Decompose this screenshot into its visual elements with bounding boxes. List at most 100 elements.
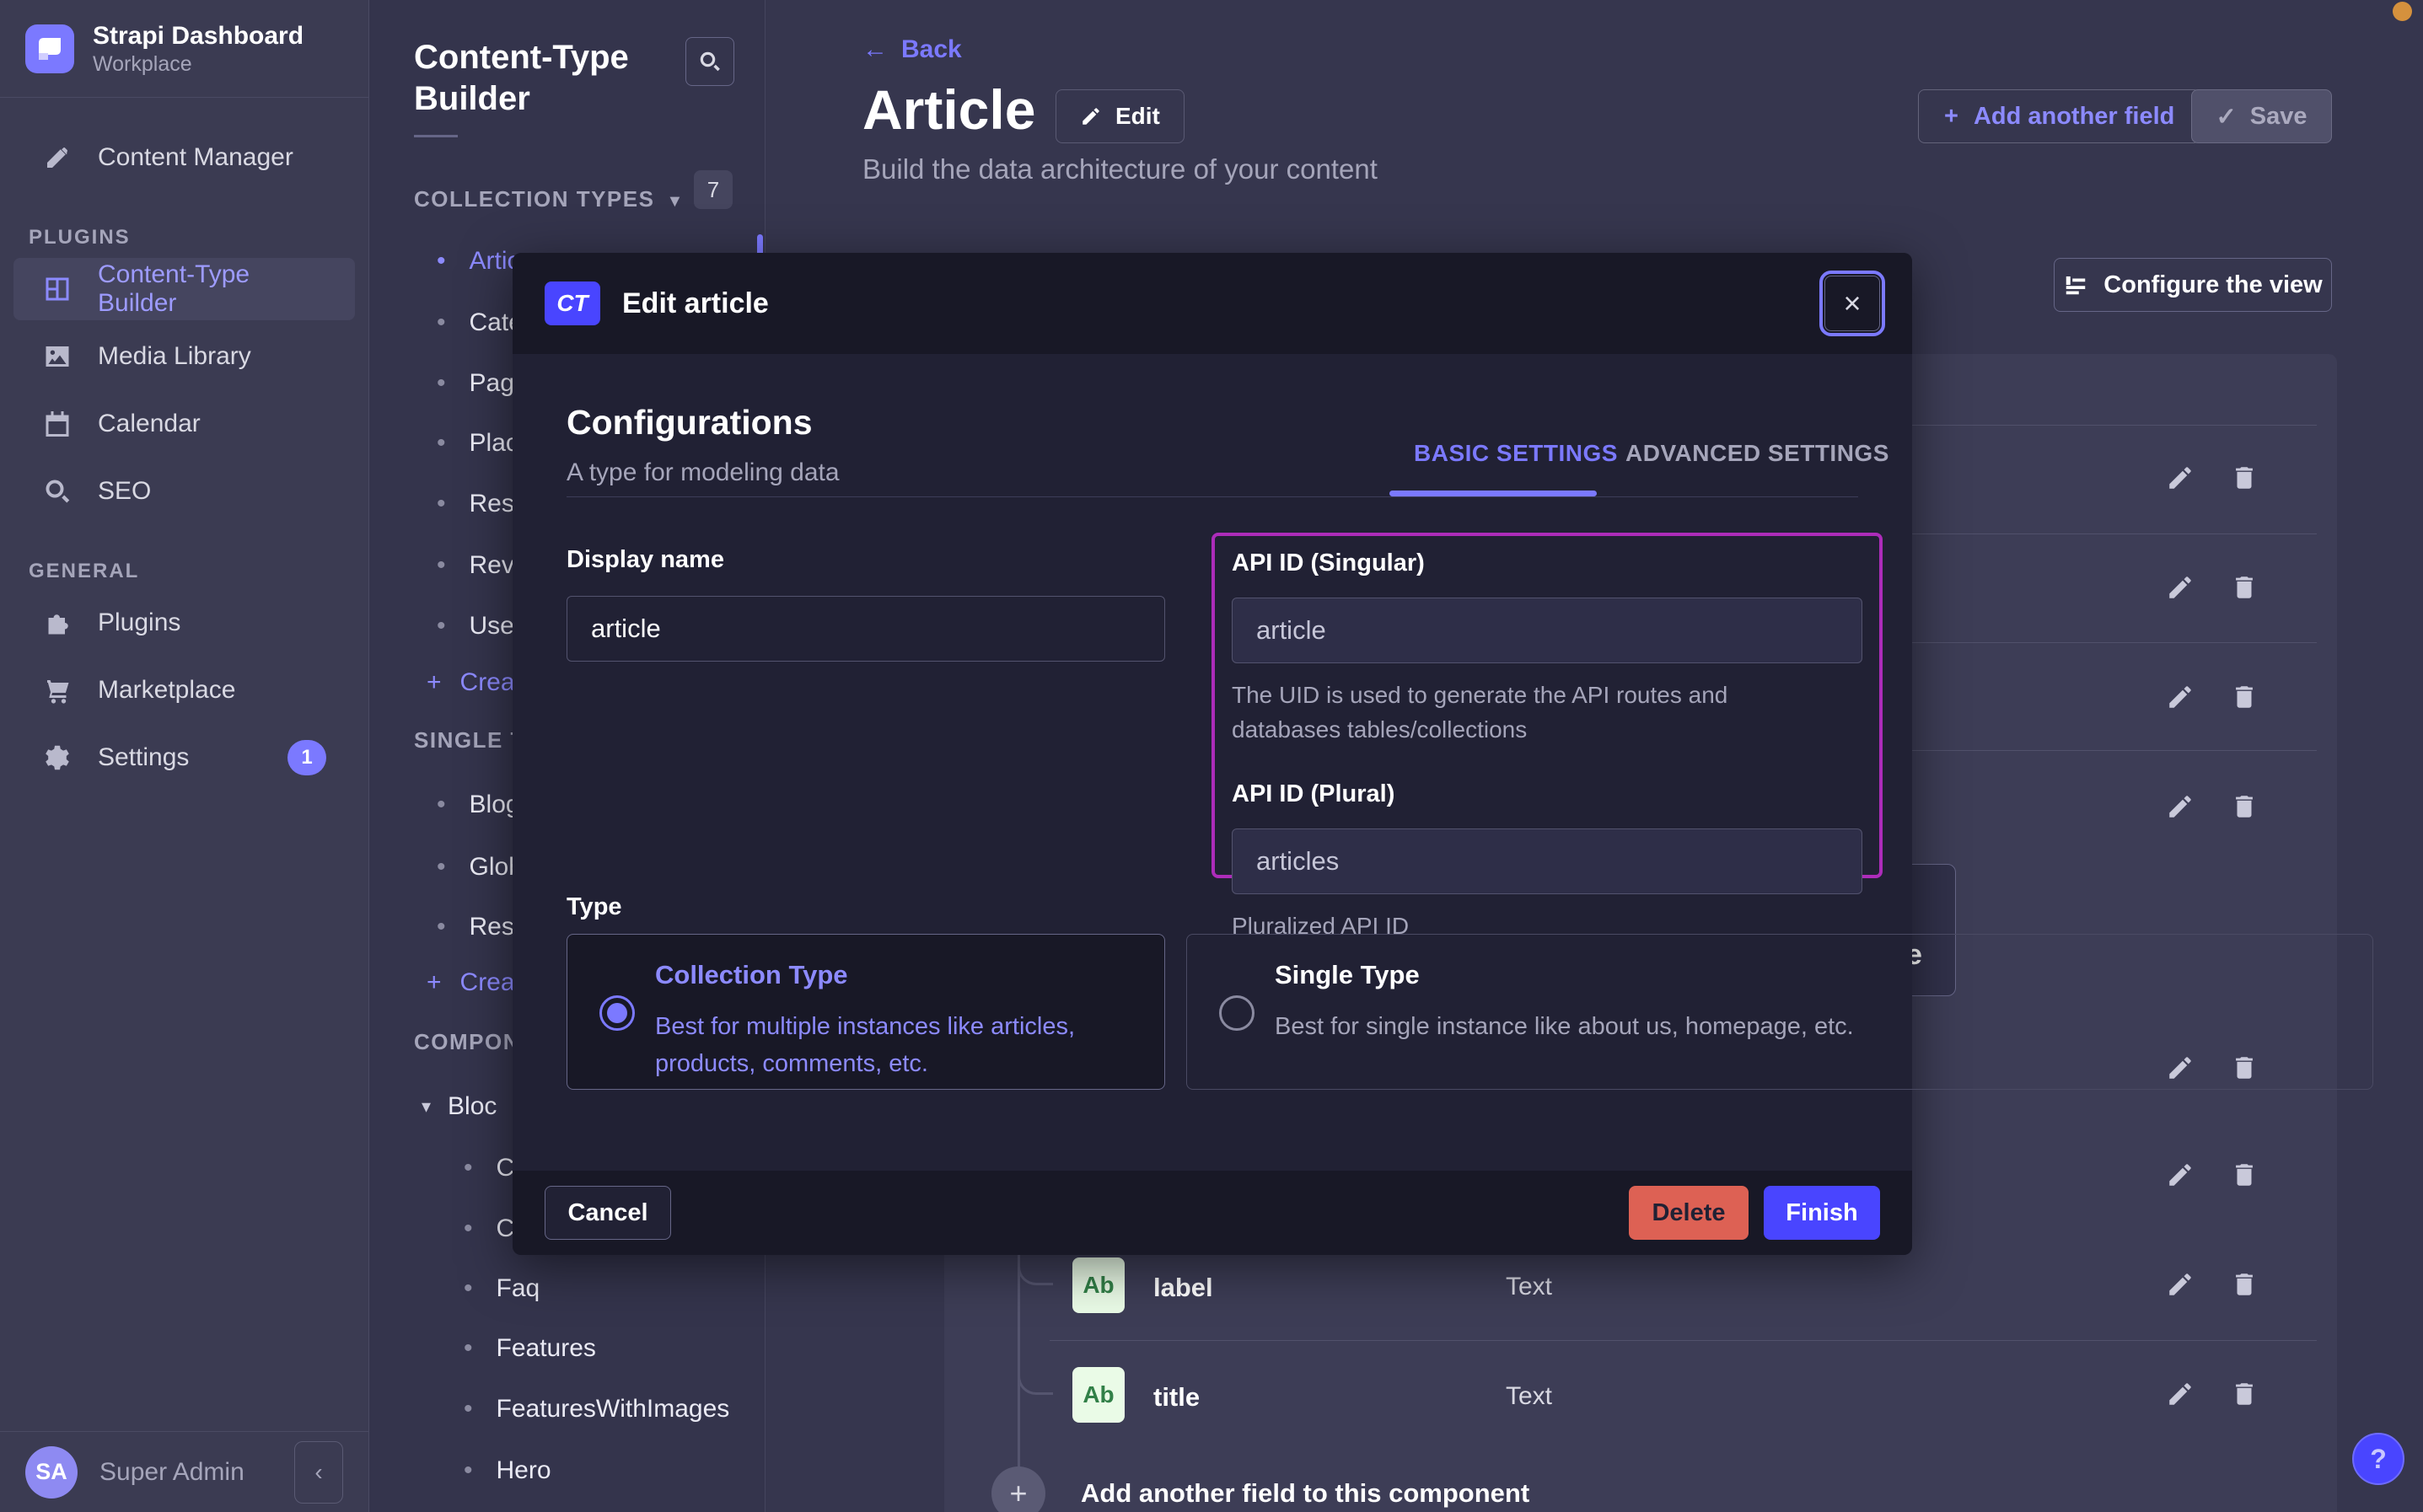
collection-type-card[interactable]: Collection Type Best for multiple instan… [567,934,1165,1090]
sidebar-item-marketplace[interactable]: Marketplace [13,659,355,721]
sidebar-item-content-type-builder[interactable]: Content-Type Builder [13,258,355,320]
avatar[interactable]: SA [25,1446,78,1499]
app-title: Strapi Dashboard [93,20,304,52]
display-name-input[interactable] [567,596,1165,662]
sidebar-item-content-manager[interactable]: Content Manager [13,126,355,189]
edit-row-button[interactable] [2164,681,2196,713]
collection-types-header[interactable]: COLLECTION TYPES▼ 7 [369,177,765,221]
plus-icon: + [991,1466,1045,1512]
text-field-type-badge: Ab [1072,1367,1125,1423]
bullet-icon: • [464,1154,473,1182]
api-id-plural-label: API ID (Plural) [1232,780,1862,808]
radio-unselected-icon[interactable] [1219,995,1254,1031]
single-type-desc: Best for single instance like about us, … [1275,1009,2202,1046]
delete-row-button[interactable] [2228,1159,2260,1191]
sidebar-item-label: Content-Type Builder [98,260,326,318]
bullet-icon: • [437,369,446,398]
sidebar-item-calendar[interactable]: Calendar [13,393,355,455]
component-item[interactable]: •FeaturesWithImages [369,1387,765,1431]
add-another-field-button[interactable]: + Add another field [1918,89,2200,143]
edit-row-button[interactable] [2164,571,2196,603]
close-button[interactable]: × [1824,276,1880,331]
row-actions [2164,681,2260,713]
sidebar-item-label: Settings [98,743,189,772]
component-item[interactable]: •Faq [369,1267,765,1311]
edit-row-button[interactable] [2164,791,2196,823]
edit-row-button[interactable] [2164,1268,2196,1300]
field-type: Text [1506,1273,1552,1301]
api-id-plural-input[interactable] [1232,828,1862,894]
workspace-name: Workplace [93,52,304,77]
cart-icon [42,675,76,705]
edit-button[interactable]: Edit [1056,89,1185,143]
delete-row-button[interactable] [2228,462,2260,494]
api-id-singular-input[interactable] [1232,598,1862,663]
component-item[interactable]: •Features [369,1327,765,1370]
bullet-icon: • [437,551,446,580]
bullet-icon: • [437,308,446,337]
configurations-heading: Configurations [567,403,813,442]
cancel-button[interactable]: Cancel [545,1186,671,1240]
collapse-sidebar-button[interactable]: ‹ [294,1441,343,1504]
edit-row-button[interactable] [2164,462,2196,494]
single-type-title: Single Type [1275,960,1420,990]
single-type-card[interactable]: Single Type Best for single instance lik… [1186,934,2373,1090]
tab-basic-settings[interactable]: BASIC SETTINGS [1414,440,1618,467]
sidebar-item-label: Plugins [98,609,180,637]
edit-row-button[interactable] [2164,1378,2196,1410]
save-button[interactable]: ✓ Save [2191,89,2332,143]
tab-advanced-settings[interactable]: ADVANCED SETTINGS [1625,440,1889,467]
delete-row-button[interactable] [2228,1268,2260,1300]
puzzle-icon [42,608,76,638]
bullet-icon: • [437,490,446,518]
configure-view-button[interactable]: Configure the view [2054,258,2332,312]
calendar-icon [42,409,76,439]
settings-notification-badge: 1 [287,740,326,775]
sidebar-item-seo[interactable]: SEO [13,460,355,523]
delete-row-button[interactable] [2228,791,2260,823]
back-link[interactable]: ← Back [862,35,962,64]
image-icon [42,341,76,372]
sidebar-item-settings[interactable]: Settings 1 [13,727,355,789]
page-title: Article [862,78,1035,142]
delete-row-button[interactable] [2228,571,2260,603]
bullet-icon: • [464,1274,473,1303]
search-button[interactable] [685,37,734,86]
add-field-to-component-row[interactable]: + Add another field to this component [991,1466,1529,1512]
sidebar-item-media-library[interactable]: Media Library [13,325,355,388]
sidebar-item-plugins[interactable]: Plugins [13,592,355,654]
radio-selected-icon[interactable] [599,995,635,1031]
edit-row-button[interactable] [2164,1159,2196,1191]
row-actions [2164,1378,2260,1410]
field-name: title [1153,1382,1200,1413]
type-label: Type [567,893,622,921]
collection-type-desc: Best for multiple instances like article… [655,1009,1127,1082]
strapi-app: Strapi Dashboard Workplace Content Manag… [0,0,2423,1512]
finish-button[interactable]: Finish [1764,1186,1880,1240]
display-name-field: Display name [567,546,1165,662]
chevron-down-icon: ▾ [422,1096,431,1118]
active-tab-indicator [1389,491,1597,496]
delete-row-button[interactable] [2228,681,2260,713]
row-actions [2164,791,2260,823]
close-icon: × [1843,286,1861,321]
api-id-singular-label: API ID (Singular) [1232,550,1862,577]
ctb-sidebar-title: Content-Type Builder [414,37,684,120]
row-actions [2164,1159,2260,1191]
display-name-label: Display name [567,546,1165,574]
row-actions [2164,462,2260,494]
field-type: Text [1506,1382,1552,1411]
workspace-switcher[interactable]: Strapi Dashboard Workplace [0,0,368,98]
row-actions [2164,571,2260,603]
delete-button[interactable]: Delete [1629,1186,1749,1240]
component-item[interactable]: •Hero [369,1449,765,1493]
plus-icon: + [1944,103,1958,131]
field-name: label [1153,1273,1213,1303]
help-button[interactable]: ? [2352,1433,2404,1485]
row-actions [2164,1268,2260,1300]
delete-row-button[interactable] [2228,1378,2260,1410]
content-type-badge: CT [545,281,600,325]
search-icon [42,476,76,507]
row-divider [1050,1340,2317,1341]
sidebar-item-label: Content Manager [98,143,293,172]
